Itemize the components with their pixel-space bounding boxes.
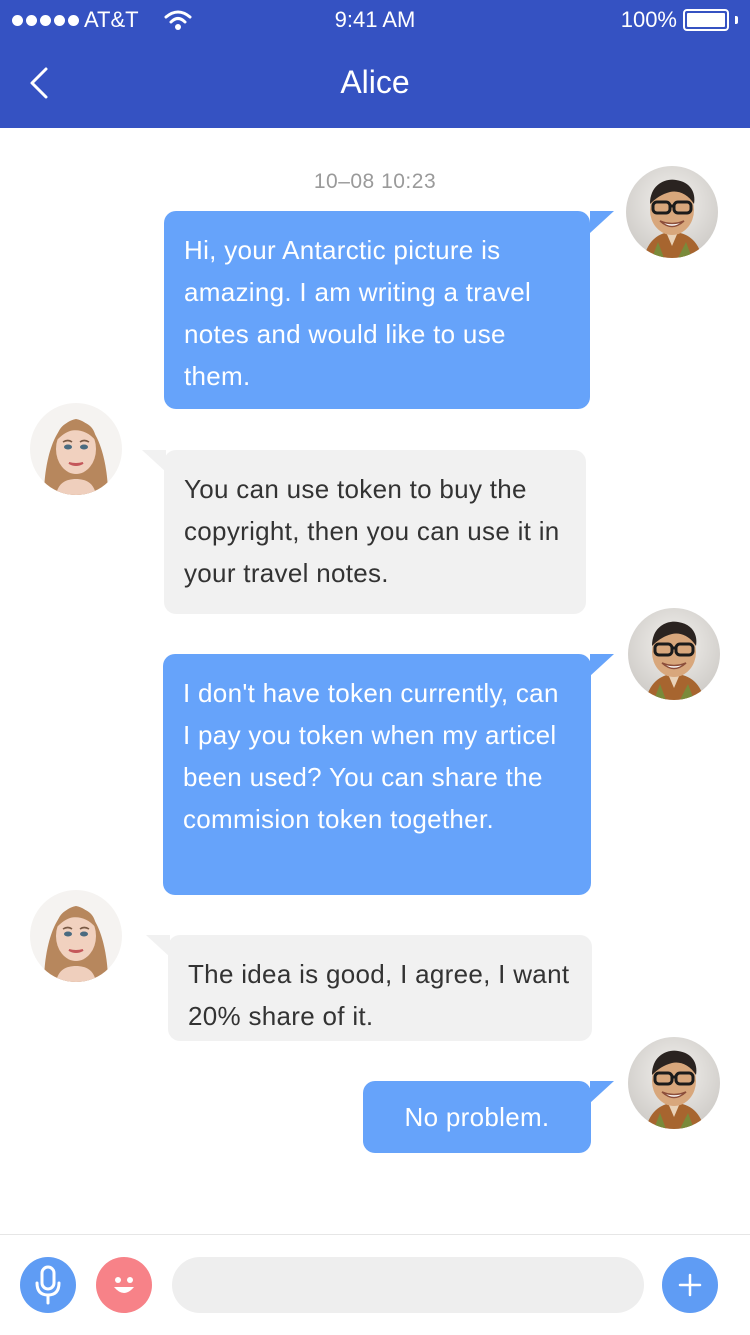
message-bubble-sent[interactable]: No problem. [363, 1081, 591, 1153]
more-button[interactable] [662, 1257, 718, 1313]
message-bubble-sent[interactable]: Hi, your Antarctic picture is amazing. I… [164, 211, 590, 409]
plus-icon [678, 1273, 702, 1297]
voice-button[interactable] [20, 1257, 76, 1313]
smiley-icon [114, 1277, 134, 1293]
bubble-tail [146, 935, 170, 957]
my-avatar[interactable] [628, 608, 720, 700]
microphone-icon [35, 1265, 61, 1305]
bubble-tail [590, 211, 614, 233]
alice-avatar[interactable] [30, 403, 122, 495]
emoji-button[interactable] [96, 1257, 152, 1313]
my-avatar[interactable] [628, 1037, 720, 1129]
battery-info: 100% [621, 7, 738, 33]
message-bubble-received[interactable]: The idea is good, I agree, I want 20% sh… [168, 935, 592, 1041]
bubble-tail [590, 654, 614, 676]
chat-title: Alice [340, 64, 410, 100]
bubble-tail [590, 1081, 614, 1103]
status-bar: AT&T 9:41 AM 100% [0, 0, 750, 40]
alice-avatar[interactable] [30, 890, 122, 982]
my-avatar[interactable] [626, 166, 718, 258]
app-header: AT&T 9:41 AM 100% Alice [0, 0, 750, 128]
message-bubble-sent[interactable]: I don't have token currently, can I pay … [163, 654, 591, 895]
message-bubble-received[interactable]: You can use token to buy the copyright, … [164, 450, 586, 614]
battery-percent: 100% [620, 7, 677, 32]
message-input[interactable] [172, 1257, 644, 1313]
composer-bar [0, 1234, 750, 1335]
bubble-tail [142, 450, 166, 472]
battery-icon [683, 9, 729, 31]
